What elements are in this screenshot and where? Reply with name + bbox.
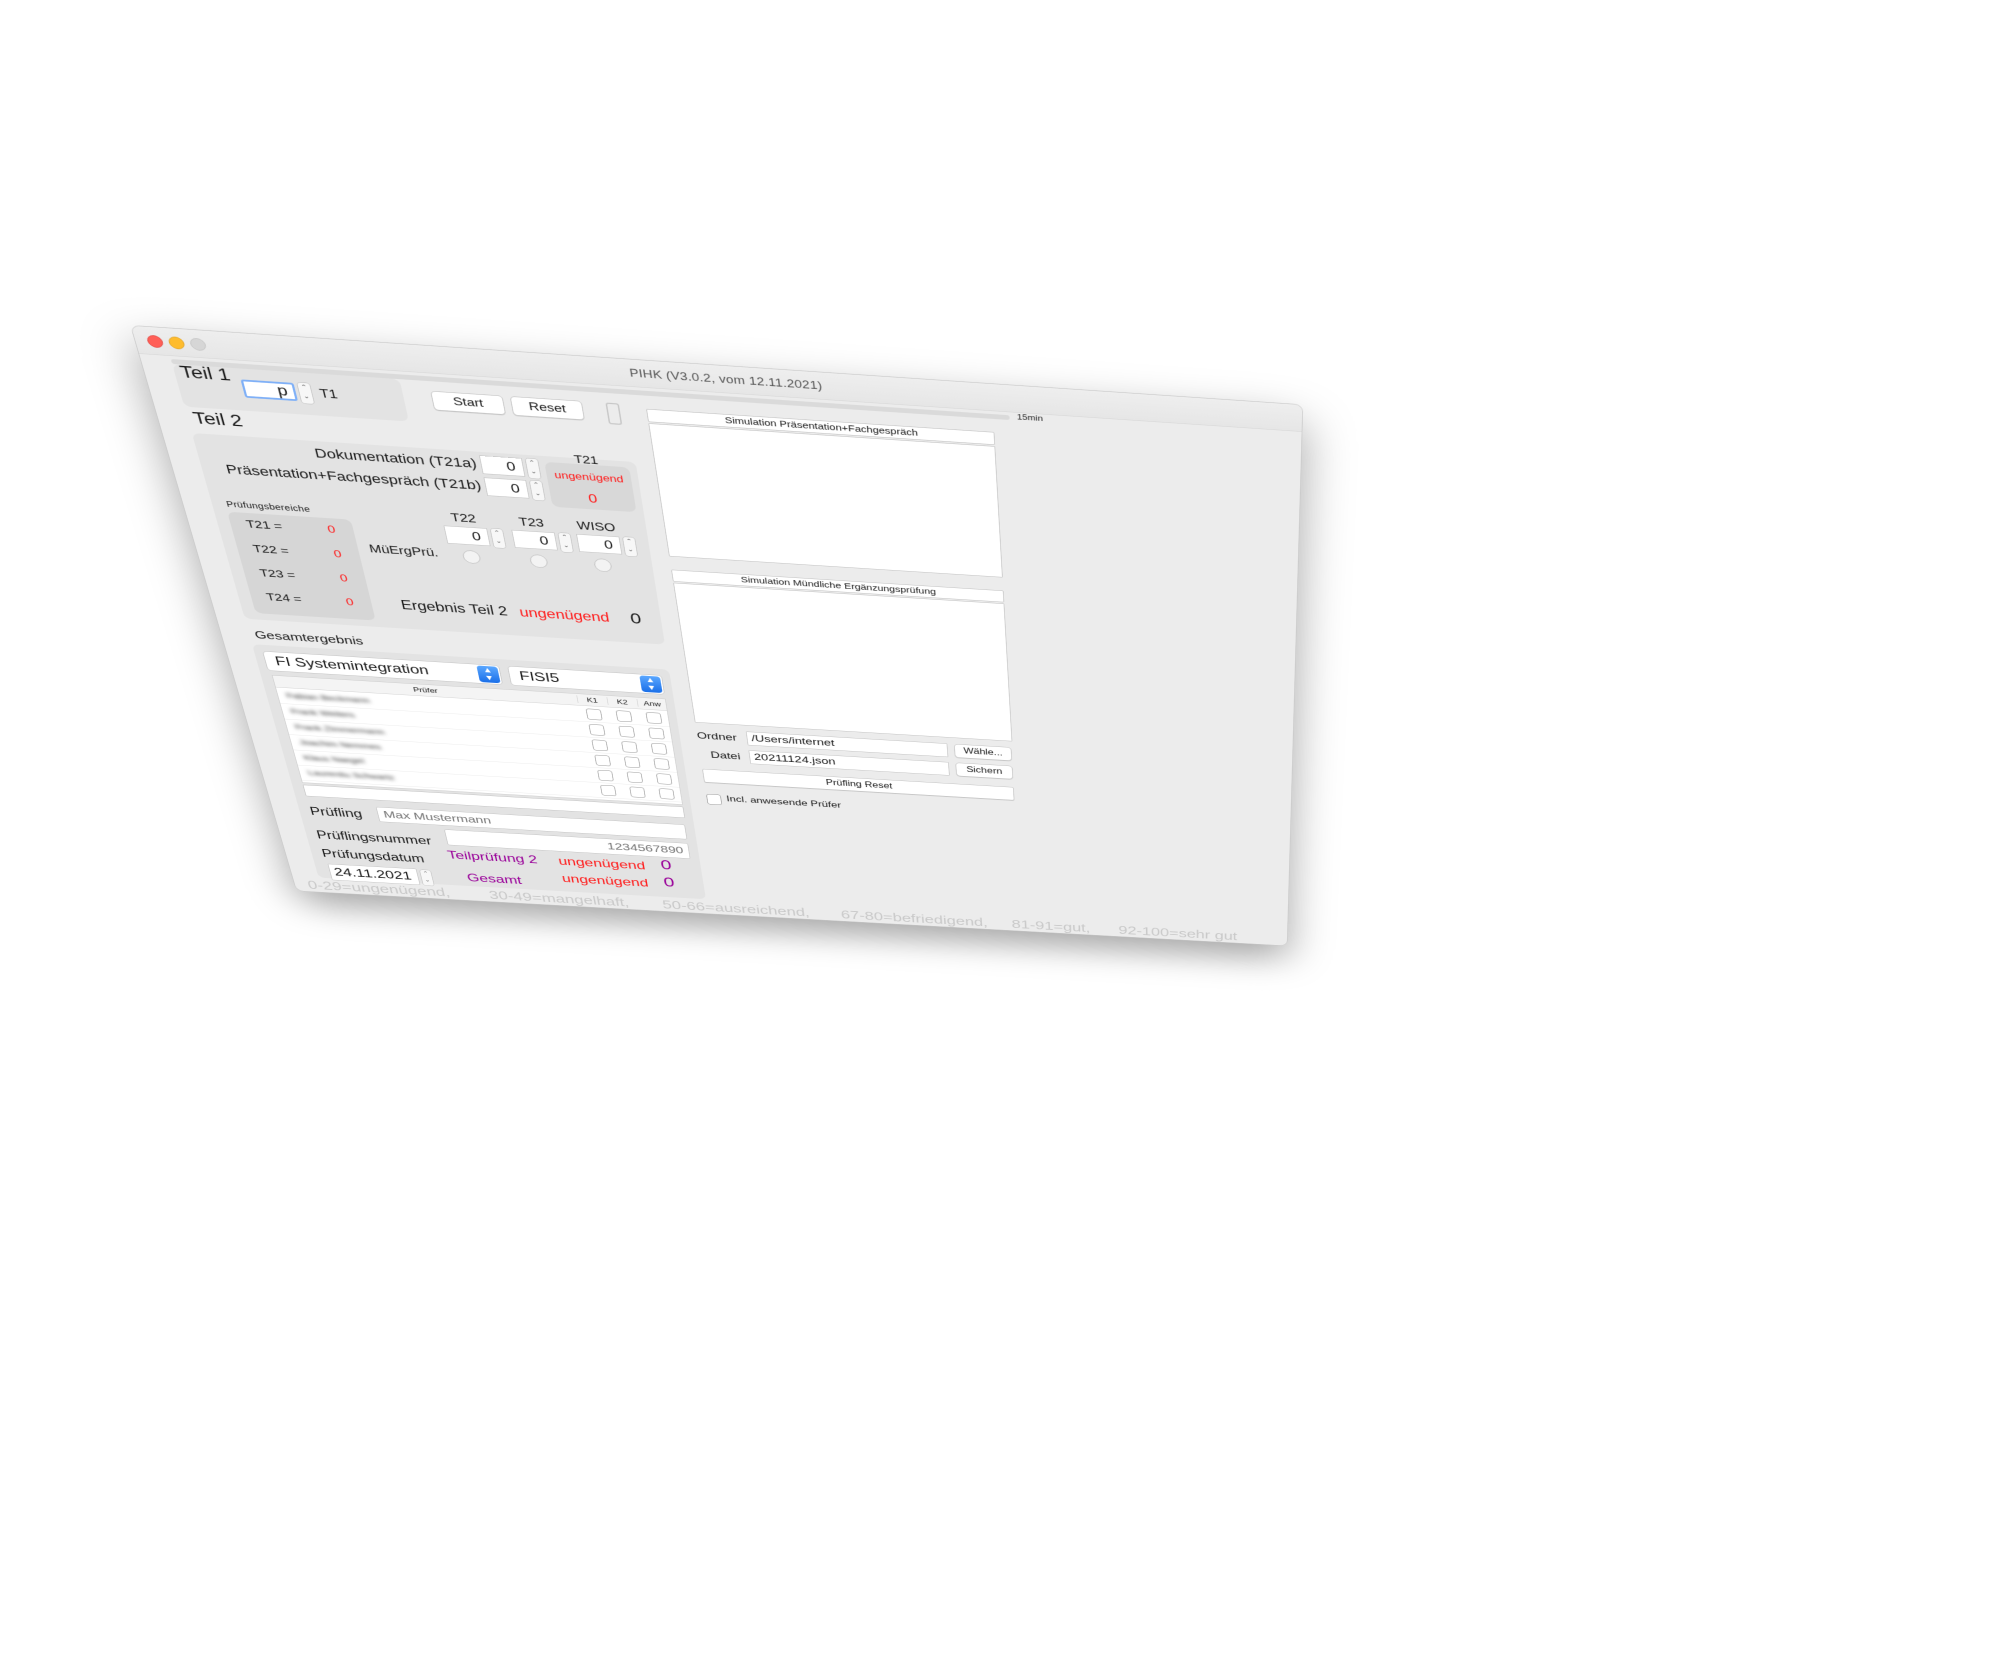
chevron-updown-icon: ▲ ▼ [476, 666, 500, 684]
sichern-button[interactable]: Sichern [955, 762, 1013, 779]
grade-scale-footer: 0-29=ungenügend, 30-49=mangelhaft, 50-66=a… [293, 877, 1287, 946]
reset-button[interactable]: Reset [510, 396, 585, 420]
k2-checkbox[interactable] [629, 787, 645, 798]
kurs-select-value: FISI5 [518, 669, 560, 685]
chevron-updown-icon: ▲ ▼ [639, 675, 662, 693]
col-k1: K1 [576, 695, 607, 704]
k1-checkbox[interactable] [600, 785, 617, 796]
pruefer-name: Laurentiu Schwartz [307, 769, 395, 782]
praesentation-input[interactable]: 0 [484, 477, 530, 498]
anw-checkbox[interactable] [648, 728, 665, 740]
k2-checkbox[interactable] [618, 726, 635, 738]
k1-checkbox[interactable] [589, 724, 606, 736]
k2-checkbox[interactable] [624, 756, 641, 768]
teil2-heading: Teil 2 [191, 408, 245, 430]
app-window: PIHK (V3.0.2, vom 12.11.2021) Teil 1 p ⌃… [130, 325, 1303, 946]
k2-checkbox[interactable] [621, 741, 638, 753]
grade-scale-item: 81-91=gut, [1011, 917, 1090, 935]
bereich-label: T24 = [265, 591, 303, 605]
pruefer-name: Joachim Nemmes [298, 738, 382, 751]
grade-scale-item: 50-66=ausreichend, [661, 898, 810, 920]
timer-progress-fill [171, 359, 172, 364]
incl-anwesende-checkbox[interactable] [706, 794, 722, 805]
ordner-label: Ordner [696, 730, 737, 743]
timer-label: 15min [1017, 412, 1043, 423]
simulation-ergaenzung-area[interactable] [673, 583, 1012, 742]
level-indicator [605, 403, 622, 425]
col-anw: Anw [637, 699, 668, 708]
anw-checkbox[interactable] [651, 743, 668, 755]
incl-anwesende-label: Incl. anwesende Prüfer [726, 794, 842, 810]
dokumentation-input[interactable]: 0 [479, 455, 525, 476]
anw-checkbox[interactable] [659, 788, 675, 799]
t23-input[interactable]: 0 [511, 530, 558, 551]
teil1-input[interactable]: p [240, 379, 298, 401]
col-k2: K2 [606, 697, 637, 706]
datei-label: Datei [710, 750, 741, 763]
pruefer-name: Frank Weiters [290, 707, 356, 719]
grade-scale: 0-29=ungenügend, 30-49=mangelhaft, 50-66=a… [293, 877, 1287, 933]
k2-checkbox[interactable] [616, 710, 633, 722]
anw-checkbox[interactable] [646, 712, 663, 724]
start-button[interactable]: Start [430, 391, 506, 415]
pruefer-name: Klaus Naegel [303, 754, 366, 766]
k1-checkbox[interactable] [591, 739, 608, 751]
wiso-input[interactable]: 0 [576, 534, 622, 555]
bereich-label: T21 = [245, 518, 284, 533]
t22-input[interactable]: 0 [444, 526, 491, 547]
k1-checkbox[interactable] [597, 770, 614, 782]
k1-checkbox[interactable] [594, 755, 611, 767]
grade-scale-item: 67-80=befriedigend, [840, 908, 988, 930]
k1-checkbox[interactable] [586, 708, 603, 720]
pruefer-name: Frank Zimmermann [294, 723, 385, 737]
k2-checkbox[interactable] [627, 772, 644, 783]
anw-checkbox[interactable] [653, 758, 670, 770]
grade-scale-item: 92-100=sehr gut [1118, 923, 1237, 943]
simulation-praesentation-area[interactable] [648, 423, 1002, 577]
bereich-label: T22 = [252, 543, 291, 557]
t1-label: T1 [318, 387, 339, 402]
anw-checkbox[interactable] [656, 773, 672, 784]
screenshot-stage: PIHK (V3.0.2, vom 12.11.2021) Teil 1 p ⌃… [0, 0, 1996, 1668]
pruefer-name: Fabian Beckmann [285, 691, 371, 705]
bereich-label: T23 = [258, 567, 296, 581]
waehle-button[interactable]: Wähle... [954, 744, 1012, 761]
